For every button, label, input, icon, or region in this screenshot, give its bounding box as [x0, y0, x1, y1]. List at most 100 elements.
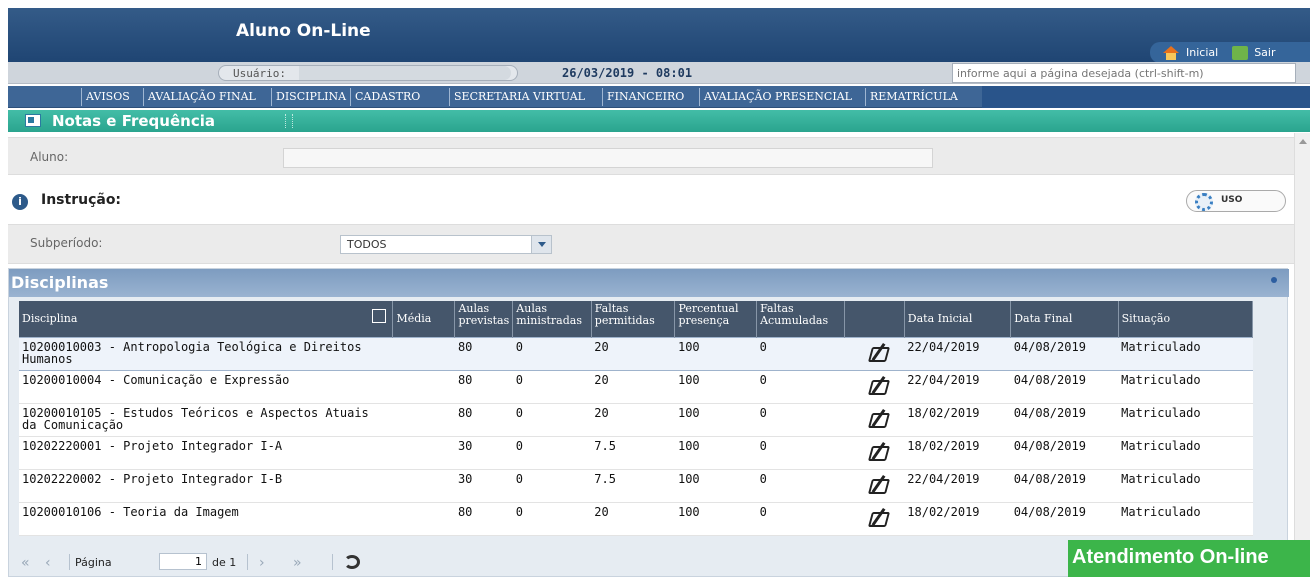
table-cell: 100 [674, 403, 757, 437]
table-cell: 0 [756, 502, 845, 536]
grip-icon[interactable] [285, 114, 293, 128]
table-cell: 22/04/2019 [904, 370, 1011, 404]
page-search-input[interactable] [952, 63, 1296, 83]
first-page-icon[interactable]: « [21, 555, 30, 571]
table-cell: 80 [454, 502, 513, 536]
table-cell: Matriculado [1118, 370, 1253, 404]
last-page-icon[interactable]: » [293, 555, 302, 571]
datetime: 26/03/2019 - 08:01 [562, 66, 693, 80]
column-header[interactable]: Situação [1118, 301, 1254, 337]
table-cell: 30 [454, 469, 513, 503]
table-cell: 0 [512, 502, 592, 536]
section-title: Notas e Frequência [52, 112, 215, 130]
page-input[interactable]: 1 [159, 553, 207, 570]
chevron-down-icon[interactable] [531, 236, 551, 253]
pin-icon[interactable] [1271, 277, 1277, 283]
user-field: Usuário: [218, 65, 518, 81]
table-cell: 100 [674, 370, 757, 404]
table-cell [392, 403, 455, 437]
column-header[interactable]: Percentual presença [674, 301, 758, 337]
edit-icon[interactable] [867, 410, 889, 428]
exit-button[interactable]: Sair [1254, 46, 1275, 59]
column-header-label: Disciplina [22, 311, 78, 325]
menu-separator [143, 88, 144, 106]
user-bar: Usuário: 26/03/2019 - 08:01 [8, 62, 1310, 84]
section-icon [25, 114, 41, 127]
menu-separator [81, 88, 82, 106]
panel-header: Disciplinas [9, 269, 1289, 297]
table-cell: 0 [756, 336, 845, 371]
column-header[interactable]: Média [392, 301, 456, 337]
table-cell: 20 [591, 502, 675, 536]
gear-icon [1195, 193, 1213, 211]
edit-icon[interactable] [867, 443, 889, 461]
table-cell: Matriculado [1118, 502, 1253, 536]
user-label: Usuário: [233, 67, 286, 80]
table-cell: 10202220002 - Projeto Integrador I-B [19, 469, 393, 503]
table-cell: 0 [512, 370, 592, 404]
menu-item[interactable]: AVISOS [86, 90, 130, 103]
table-cell: 04/08/2019 [1010, 469, 1119, 503]
prev-page-icon[interactable]: ‹ [45, 555, 51, 571]
table-cell: 20 [591, 370, 675, 404]
home-icon[interactable] [1162, 45, 1180, 60]
menu-item[interactable]: SECRETARIA VIRTUAL [454, 90, 585, 103]
scrollbar[interactable] [1294, 133, 1310, 577]
column-header[interactable]: Aulas ministradas [512, 301, 592, 337]
table-row[interactable]: 10200010105 - Estudos Teóricos e Aspecto… [19, 403, 1253, 437]
table-cell: 0 [756, 370, 845, 404]
edit-icon[interactable] [867, 377, 889, 395]
table-row[interactable]: 10200010004 - Comunicação e Expressão 80 0… [19, 370, 1253, 404]
menu-item[interactable]: FINANCEIRO [607, 90, 684, 103]
chat-button[interactable]: Atendimento On-line [1068, 540, 1310, 577]
column-header[interactable]: Data Final [1010, 301, 1119, 337]
table-row[interactable]: 10200010003 - Antropologia Teológica e D… [19, 336, 1253, 371]
menu-item[interactable]: REMATRÍCULA [870, 90, 958, 103]
edit-icon[interactable] [867, 476, 889, 494]
table-cell: 18/02/2019 [904, 502, 1011, 536]
table-cell: Matriculado [1118, 336, 1253, 371]
edit-icon[interactable] [867, 344, 889, 362]
table-cell: 80 [454, 403, 513, 437]
column-header[interactable]: Faltas Acumuladas [756, 301, 845, 337]
column-header[interactable]: Disciplina [19, 301, 394, 337]
instrucao-title: Instrução: [41, 192, 122, 208]
column-menu-icon[interactable] [372, 309, 387, 323]
scroll-up-icon[interactable] [1299, 139, 1307, 144]
menu-item[interactable]: DISCIPLINA [276, 90, 346, 103]
table-cell [392, 436, 455, 470]
table-cell [392, 502, 455, 536]
table-row[interactable]: 10202220002 - Projeto Integrador I-B 30 0 7… [19, 469, 1253, 503]
subperiodo-select[interactable]: TODOS [340, 235, 552, 254]
table-body: 10200010003 - Antropologia Teológica e D… [19, 336, 1253, 536]
header-buttons: Inicial Sair [1150, 42, 1310, 63]
column-header[interactable] [844, 301, 905, 337]
edit-icon[interactable] [867, 509, 889, 527]
table-cell: 7.5 [591, 436, 675, 470]
menu-item[interactable]: CADASTRO [355, 90, 420, 103]
column-header-label: Data Inicial [907, 311, 973, 325]
table-cell: 20 [591, 336, 675, 371]
table-cell: 04/08/2019 [1010, 370, 1119, 404]
table-row[interactable]: 10200010106 - Teoria da Imagem 80 0 20 100 0 1… [19, 502, 1253, 536]
table-cell: Matriculado [1118, 469, 1253, 503]
app: Aluno On-Line Inicial Sair Usuário: 26/0… [0, 0, 1310, 577]
column-header[interactable]: Faltas permitidas [591, 301, 676, 337]
table-cell: 0 [512, 403, 592, 437]
menu-item[interactable]: AVALIAÇÃO FINAL [148, 90, 256, 103]
table-cell: 18/02/2019 [904, 403, 1011, 437]
column-header-label: Faltas permitidas [594, 302, 655, 327]
refresh-icon[interactable] [344, 555, 360, 569]
home-button[interactable]: Inicial [1186, 46, 1218, 59]
uso-button[interactable]: USO [1186, 190, 1286, 212]
menu-item[interactable]: AVALIAÇÃO PRESENCIAL [704, 90, 852, 103]
column-header[interactable]: Aulas previstas [454, 301, 514, 337]
header-bar: Aluno On-Line Inicial Sair [8, 8, 1310, 63]
table-row[interactable]: 10202220001 - Projeto Integrador I-A 30 0 7… [19, 436, 1253, 470]
next-page-icon[interactable]: › [259, 555, 265, 571]
column-header[interactable]: Data Inicial [904, 301, 1012, 337]
column-header-label: Situação [1121, 311, 1171, 325]
exit-icon[interactable] [1232, 45, 1249, 60]
menu-separator [699, 88, 700, 106]
aluno-field [283, 148, 933, 168]
